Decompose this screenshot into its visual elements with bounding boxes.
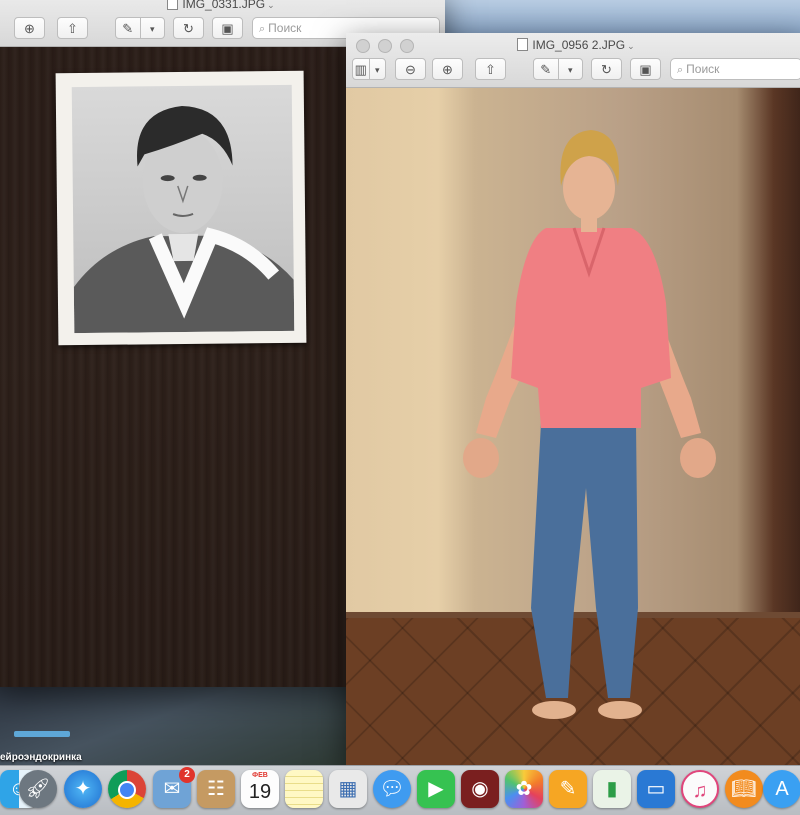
dock-chrome[interactable]	[108, 770, 146, 808]
dock-launchpad[interactable]: 🚀︎	[19, 770, 57, 808]
mail-stamp-icon: ✉	[163, 778, 181, 800]
toolbox-button[interactable]: ▣	[630, 58, 661, 80]
window-title-text: IMG_0331.JPG	[182, 0, 266, 11]
search-icon: ⌕	[259, 23, 266, 35]
image-canvas[interactable]	[346, 88, 800, 768]
dock-ibooks[interactable]: 📖︎	[725, 770, 763, 808]
search-placeholder: Поиск	[686, 62, 720, 76]
share-button[interactable]: ⇧	[475, 58, 506, 80]
dock-photos[interactable]: ✿	[505, 770, 543, 808]
chevron-down-icon[interactable]: ⌄	[627, 41, 635, 51]
zoom-out-icon: ⊖	[405, 62, 416, 77]
markup-button[interactable]: ✎ ▾	[115, 17, 165, 39]
music-note-icon: ♫	[692, 780, 708, 802]
sidebar-toggle-button[interactable]: ▥ ▾	[352, 58, 386, 80]
pen-icon: ✎	[534, 59, 559, 79]
toolbox-icon: ▣	[639, 62, 652, 77]
chrome-icon	[118, 780, 136, 799]
zoom-out-button[interactable]: ⊖	[395, 58, 426, 80]
preview-icon: ▦	[338, 778, 358, 800]
document-icon	[167, 0, 179, 10]
dock-safari[interactable]: ✦	[64, 770, 102, 808]
dock-keynote[interactable]: ▭	[637, 770, 675, 808]
zoom-in-button[interactable]: ⊕	[432, 58, 463, 80]
book-icon: 📖︎	[731, 778, 757, 800]
window-toolbar: ▥ ▾ ⊖ ⊕ ⇧ ✎ ▾ ↻ ▣ ⌕ Поиск	[346, 58, 800, 82]
portrait-image	[71, 84, 295, 334]
numbers-chart-icon: ▮	[606, 778, 618, 800]
rotate-button[interactable]: ↻	[591, 58, 622, 80]
rotate-button[interactable]: ↻	[173, 17, 204, 39]
dock-app-store[interactable]: A	[763, 770, 800, 808]
vintage-portrait-photo	[55, 70, 307, 346]
zoom-in-button[interactable]: ⊕	[14, 17, 45, 39]
pen-icon: ✎	[116, 18, 141, 38]
dock-numbers[interactable]: ▮	[593, 770, 631, 808]
dock-preview[interactable]: ▦	[329, 770, 367, 808]
rocket-icon: 🚀︎	[25, 778, 51, 800]
dock-pages[interactable]: ✎	[549, 770, 587, 808]
rotate-icon: ↻	[183, 21, 194, 36]
speech-bubble-icon: 💬︎	[379, 778, 405, 800]
dock-contacts[interactable]: ☷	[197, 770, 235, 808]
rotate-icon: ↻	[601, 62, 612, 77]
contacts-book-icon: ☷	[207, 778, 225, 800]
share-icon: ⇧	[485, 62, 496, 77]
dock-mail[interactable]: ✉ 2	[153, 767, 195, 808]
window-titlebar[interactable]: IMG_0956 2.JPG ⌄ ▥ ▾ ⊖ ⊕ ⇧ ✎ ▾ ↻ ▣ ⌕ Поиск	[346, 33, 800, 88]
sidebar-icon: ▥	[353, 59, 370, 79]
chevron-down-icon[interactable]: ⌄	[267, 0, 275, 10]
zoom-in-icon: ⊕	[442, 62, 453, 77]
portrait-drawing	[73, 105, 295, 334]
search-icon: ⌕	[677, 64, 684, 76]
search-placeholder: Поиск	[268, 21, 302, 35]
window-title-text: IMG_0956 2.JPG	[532, 38, 626, 52]
share-icon: ⇧	[67, 21, 78, 36]
dock: ☺ 🚀︎ ✦ ✉ 2 ☷ ФЕВ 19 ▦ 💬︎ ▶ ◉ ✿ ✎ ▮ ▭ ♫ 📖…	[0, 765, 800, 815]
dock-photo-booth[interactable]: ◉	[461, 770, 499, 808]
keynote-icon: ▭	[646, 778, 666, 800]
dock-itunes[interactable]: ♫	[681, 770, 719, 808]
window-title[interactable]: IMG_0956 2.JPG ⌄	[346, 38, 800, 52]
woman-figure	[463, 130, 716, 719]
desktop-wallpaper	[443, 0, 800, 33]
search-field[interactable]: ⌕ Поиск	[670, 58, 800, 80]
dock-messages[interactable]: 💬︎	[373, 770, 411, 808]
desktop-folder-highlight	[14, 731, 70, 737]
photos-flower-icon: ✿	[515, 778, 533, 800]
toolbox-icon: ▣	[221, 21, 234, 36]
preview-window-2: IMG_0956 2.JPG ⌄ ▥ ▾ ⊖ ⊕ ⇧ ✎ ▾ ↻ ▣ ⌕ Поиск	[346, 33, 800, 768]
share-button[interactable]: ⇧	[57, 17, 88, 39]
pages-icon: ✎	[559, 778, 577, 800]
toolbox-button[interactable]: ▣	[212, 17, 243, 39]
dock-notes[interactable]	[285, 770, 323, 808]
window-title[interactable]: IMG_0331.JPG ⌄	[0, 0, 445, 11]
video-camera-icon: ▶	[428, 778, 444, 800]
dock-facetime[interactable]: ▶	[417, 770, 455, 808]
chevron-down-icon[interactable]: ▾	[559, 59, 583, 79]
chevron-down-icon[interactable]: ▾	[370, 59, 386, 79]
desktop-item-label[interactable]: ейроэндокринка	[0, 752, 82, 763]
compass-icon: ✦	[74, 778, 92, 800]
dock-calendar[interactable]: ФЕВ 19	[241, 770, 279, 808]
photo-booth-icon: ◉	[471, 778, 489, 800]
zoom-in-icon: ⊕	[24, 21, 35, 36]
chevron-down-icon[interactable]: ▾	[141, 18, 165, 38]
mail-badge: 2	[179, 767, 195, 783]
document-icon	[517, 38, 529, 51]
app-store-icon: A	[775, 778, 789, 800]
markup-button[interactable]: ✎ ▾	[533, 58, 583, 80]
calendar-day: 19	[248, 781, 272, 803]
